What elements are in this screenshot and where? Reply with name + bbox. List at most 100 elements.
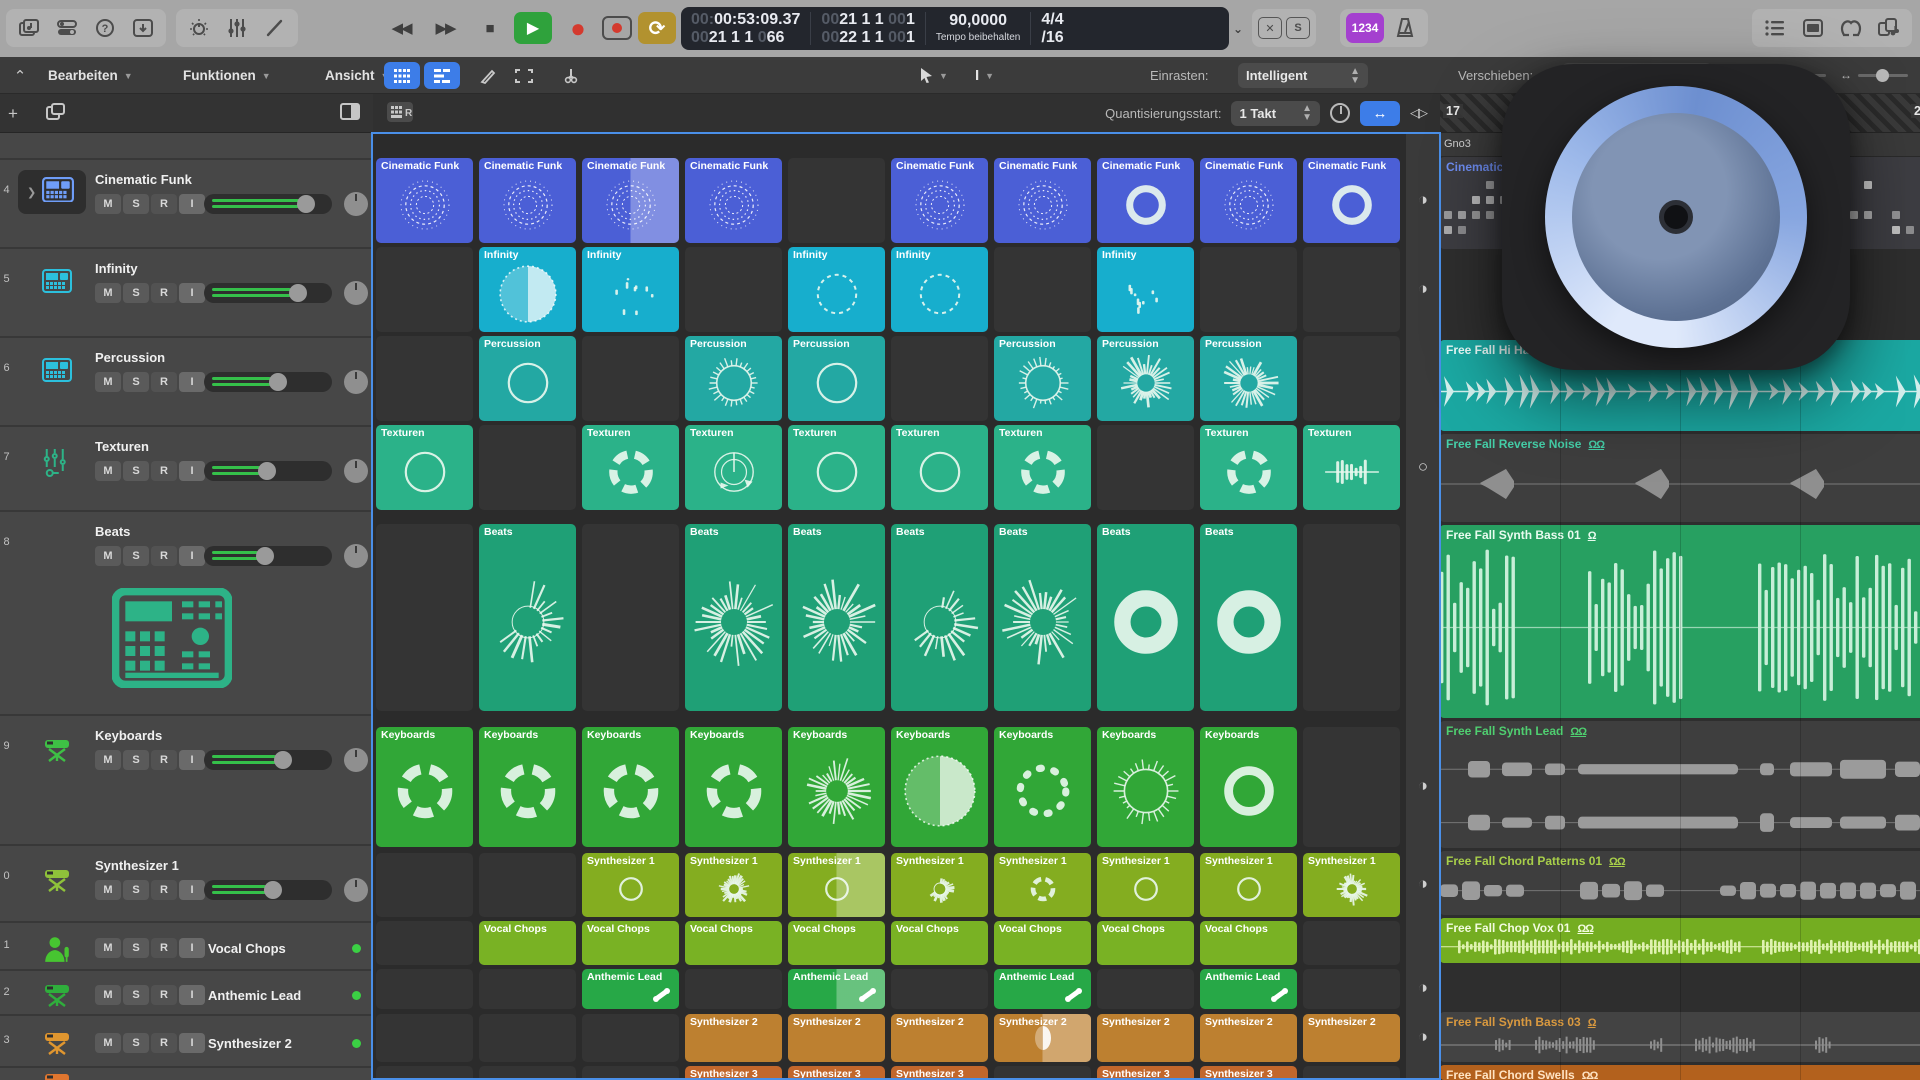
live-loop-cell[interactable]: Synthesizer 3 (788, 1066, 885, 1080)
dial-icon[interactable] (182, 13, 216, 43)
live-loop-cell[interactable]: Synthesizer 1 (1303, 853, 1400, 917)
s-button[interactable]: S (123, 283, 149, 303)
live-loop-cell[interactable]: Synthesizer 2 (1200, 1014, 1297, 1062)
live-loop-cell[interactable]: Keyboards (1200, 727, 1297, 847)
live-loop-cell[interactable]: Vocal Chops (1097, 921, 1194, 965)
s-button[interactable]: S (123, 985, 149, 1005)
m-button[interactable]: M (95, 283, 121, 303)
track-header-row[interactable]: 4 (0, 1066, 373, 1080)
live-loop-cell[interactable]: Anthemic Lead (1200, 969, 1297, 1009)
metronome-icon[interactable] (1388, 13, 1422, 43)
live-loop-cell[interactable]: Percussion (994, 336, 1091, 421)
row-play-indicator[interactable]: ◑ (1406, 874, 1440, 894)
live-loop-cell[interactable]: Synthesizer 2 (994, 1014, 1091, 1062)
empty-cell-slot[interactable] (1303, 969, 1400, 1009)
solo-mode-button[interactable]: S (1286, 17, 1310, 39)
live-loop-cell[interactable]: Percussion (685, 336, 782, 421)
live-loop-cell[interactable]: Infinity (1097, 247, 1194, 332)
dragged-app-icon[interactable] (1502, 64, 1850, 370)
live-loop-cell[interactable]: Vocal Chops (1200, 921, 1297, 965)
pan-knob[interactable] (344, 192, 368, 216)
row-play-indicator[interactable]: ◑ (1406, 279, 1440, 299)
i-button[interactable]: I (179, 372, 205, 392)
pan-knob[interactable] (344, 878, 368, 902)
media-library-icon[interactable] (12, 13, 46, 43)
live-loop-cell[interactable]: Beats (1200, 524, 1297, 711)
row-play-indicator[interactable]: ◑ (1406, 1027, 1440, 1047)
i-button[interactable]: I (179, 985, 205, 1005)
m-button[interactable]: M (95, 750, 121, 770)
s-button[interactable]: S (123, 546, 149, 566)
help-icon[interactable]: ? (88, 13, 122, 43)
expand-columns-button[interactable]: ↔ (1360, 101, 1400, 126)
pan-knob[interactable] (344, 544, 368, 568)
list-editor-icon[interactable] (1758, 13, 1792, 43)
snap-dropdown[interactable]: Intelligent▲▼ (1238, 63, 1368, 88)
live-loop-cell[interactable]: Percussion (788, 336, 885, 421)
i-button[interactable]: I (179, 880, 205, 900)
track-header-row[interactable]: 5InfinityMSRI (0, 247, 373, 342)
empty-cell-slot[interactable] (891, 336, 988, 421)
cycle-button[interactable]: ⟳ (638, 12, 676, 44)
s-button[interactable]: S (123, 1033, 149, 1053)
track-header-row[interactable]: 3MSRISynthesizer 2 (0, 1014, 373, 1072)
s-button[interactable]: S (123, 750, 149, 770)
live-loop-cell[interactable]: Infinity (788, 247, 885, 332)
input-monitor-dot[interactable] (352, 1039, 361, 1048)
s-button[interactable]: S (123, 938, 149, 958)
r-button[interactable]: R (151, 938, 177, 958)
empty-cell-slot[interactable] (1097, 969, 1194, 1009)
i-button[interactable]: I (179, 750, 205, 770)
volume-slider[interactable] (204, 750, 332, 770)
live-loop-cell[interactable]: Keyboards (994, 727, 1091, 847)
empty-cell-slot[interactable] (788, 158, 885, 243)
live-loop-cell[interactable]: Synthesizer 2 (1303, 1014, 1400, 1062)
split-tool-icon[interactable] (553, 62, 589, 89)
live-loop-cell[interactable]: Vocal Chops (479, 921, 576, 965)
live-loop-cell[interactable]: Synthesizer 1 (1200, 853, 1297, 917)
live-loop-cell[interactable]: Texturen (1200, 425, 1297, 510)
pan-knob[interactable] (344, 281, 368, 305)
i-button[interactable]: I (179, 938, 205, 958)
m-button[interactable]: M (95, 546, 121, 566)
empty-cell-slot[interactable] (1303, 247, 1400, 332)
stop-button[interactable]: ■ (470, 12, 508, 44)
play-button[interactable]: ▶ (514, 12, 552, 44)
live-loop-cell[interactable]: Percussion (1097, 336, 1194, 421)
empty-cell-slot[interactable] (1097, 425, 1194, 510)
quantize-start-dropdown[interactable]: 1 Takt▲▼ (1231, 101, 1320, 126)
live-loop-cell[interactable]: Texturen (788, 425, 885, 510)
live-loop-cell[interactable]: Infinity (891, 247, 988, 332)
empty-cell-slot[interactable] (479, 1066, 576, 1080)
volume-slider[interactable] (204, 194, 332, 214)
row-play-indicator[interactable]: ◑ (1406, 190, 1440, 210)
volume-slider[interactable] (204, 372, 332, 392)
live-loop-cell[interactable]: Synthesizer 1 (582, 853, 679, 917)
forward-button[interactable]: ▶▶ (426, 12, 464, 44)
smart-controls-icon[interactable] (220, 13, 254, 43)
grid-view-button[interactable] (384, 62, 420, 89)
live-loop-cell[interactable]: Beats (479, 524, 576, 711)
track-header-row[interactable]: 8BeatsMSRI (0, 510, 373, 719)
quick-help-icon[interactable] (50, 13, 84, 43)
volume-slider[interactable] (204, 546, 332, 566)
live-loop-cell[interactable]: Cinematic Funk (1200, 158, 1297, 243)
live-loop-cell[interactable]: Synthesizer 1 (994, 853, 1091, 917)
empty-cell-slot[interactable] (1303, 921, 1400, 965)
m-button[interactable]: M (95, 880, 121, 900)
empty-cell-slot[interactable] (376, 1066, 473, 1080)
r-button[interactable]: R (151, 461, 177, 481)
m-button[interactable]: M (95, 194, 121, 214)
count-in-button[interactable]: 1234 (1346, 13, 1384, 43)
live-loop-cell[interactable]: Vocal Chops (788, 921, 885, 965)
volume-slider[interactable] (204, 283, 332, 303)
live-loop-cell[interactable]: Anthemic Lead (788, 969, 885, 1009)
media-browser-icon[interactable] (1872, 13, 1906, 43)
live-loop-cell[interactable]: Synthesizer 2 (685, 1014, 782, 1062)
marquee-tool-icon[interactable] (506, 62, 542, 89)
input-monitor-dot[interactable] (352, 991, 361, 1000)
live-loop-cell[interactable]: Vocal Chops (582, 921, 679, 965)
live-loop-cell[interactable]: Synthesizer 1 (891, 853, 988, 917)
live-loop-cell[interactable]: Percussion (479, 336, 576, 421)
empty-cell-slot[interactable] (582, 336, 679, 421)
